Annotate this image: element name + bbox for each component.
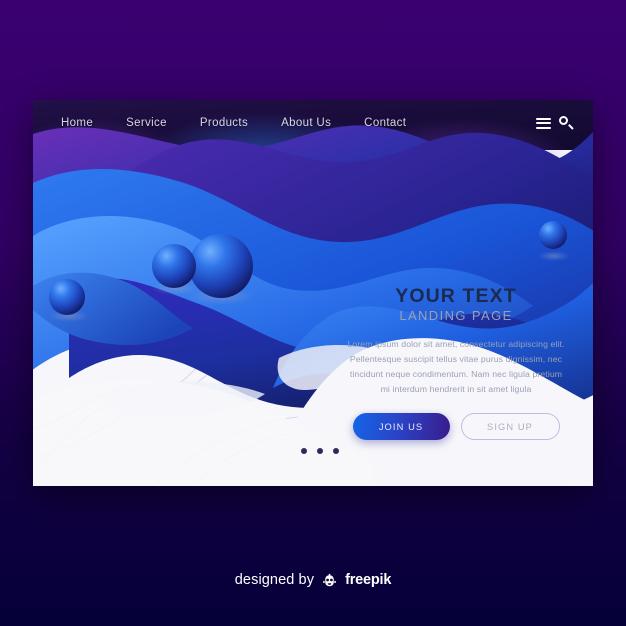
- hero-title: YOUR TEXT: [395, 285, 517, 307]
- sign-up-button[interactable]: SIGN UP: [460, 413, 560, 440]
- hero-copy: YOUR TEXT LANDING PAGE Lorem ipsum dolor…: [347, 285, 565, 397]
- freepik-logo-icon: [323, 573, 336, 586]
- landing-page-card: Home Service Products About Us Contact Y…: [33, 100, 593, 486]
- nav-item-contact[interactable]: Contact: [364, 117, 406, 129]
- nav-item-service[interactable]: Service: [126, 117, 167, 129]
- carousel-dot[interactable]: [301, 448, 307, 454]
- hero-body: Lorem ipsum dolor sit amet, consectetur …: [347, 339, 565, 395]
- navigation-bar: Home Service Products About Us Contact: [33, 100, 593, 146]
- credit-brand: freepik: [345, 572, 392, 588]
- nav-links: Home Service Products About Us Contact: [61, 117, 406, 129]
- hamburger-icon[interactable]: [536, 117, 551, 129]
- freepik-credit: designed by freepik: [0, 565, 626, 595]
- cta-button-group: JOIN US SIGN UP: [347, 413, 565, 440]
- credit-prefix: designed by: [234, 572, 315, 588]
- carousel-dot[interactable]: [317, 448, 323, 454]
- nav-actions: [536, 116, 574, 130]
- nav-item-about-us[interactable]: About Us: [281, 117, 331, 129]
- nav-item-products[interactable]: Products: [200, 117, 248, 129]
- carousel-dot[interactable]: [333, 448, 339, 454]
- search-icon[interactable]: [559, 116, 574, 130]
- nav-item-home[interactable]: Home: [61, 117, 93, 129]
- hero-subtitle: LANDING PAGE: [399, 308, 513, 324]
- join-us-button[interactable]: JOIN US: [352, 413, 450, 440]
- carousel-dots: [301, 448, 339, 454]
